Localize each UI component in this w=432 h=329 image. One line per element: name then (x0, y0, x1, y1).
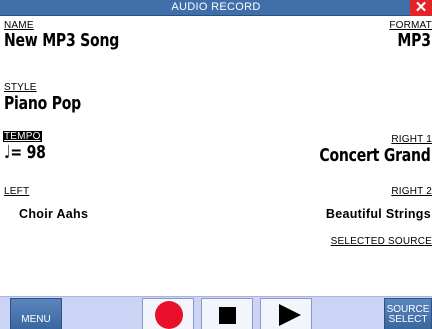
left-value[interactable]: Choir Aahs (19, 207, 88, 221)
menu-button[interactable]: MENU (10, 298, 62, 329)
menu-button-label: MENU (21, 314, 51, 325)
tempo-value[interactable]: ♩= 98 (4, 142, 46, 163)
close-icon: ✕ (414, 0, 428, 16)
record-icon (155, 301, 183, 329)
record-button[interactable] (142, 298, 194, 329)
source-select-button[interactable]: SOURCE SELECT (384, 298, 432, 329)
right2-label: RIGHT 2 (391, 186, 432, 197)
right1-value[interactable]: Concert Grand (320, 145, 431, 166)
right2-value[interactable]: Beautiful Strings (326, 207, 431, 221)
play-icon (279, 304, 301, 326)
title-bar: AUDIO RECORD ✕ (0, 0, 432, 16)
bottom-toolbar: MENU SOURCE SELECT (0, 296, 432, 329)
selected-source-label: SELECTED SOURCE (330, 236, 432, 247)
style-label: STYLE (4, 82, 37, 93)
style-value[interactable]: Piano Pop (4, 93, 81, 114)
window-title: AUDIO RECORD (171, 1, 261, 13)
close-button[interactable]: ✕ (410, 0, 432, 16)
stop-button[interactable] (201, 298, 253, 329)
format-value[interactable]: MP3 (398, 30, 432, 51)
tempo-label: TEMPO (3, 131, 42, 142)
source-select-label-line2: SELECT (388, 314, 428, 325)
play-button[interactable] (260, 298, 312, 329)
right1-label: RIGHT 1 (391, 134, 432, 145)
left-label: LEFT (4, 186, 30, 197)
song-name-value[interactable]: New MP3 Song (4, 30, 119, 51)
stop-icon (219, 307, 236, 324)
